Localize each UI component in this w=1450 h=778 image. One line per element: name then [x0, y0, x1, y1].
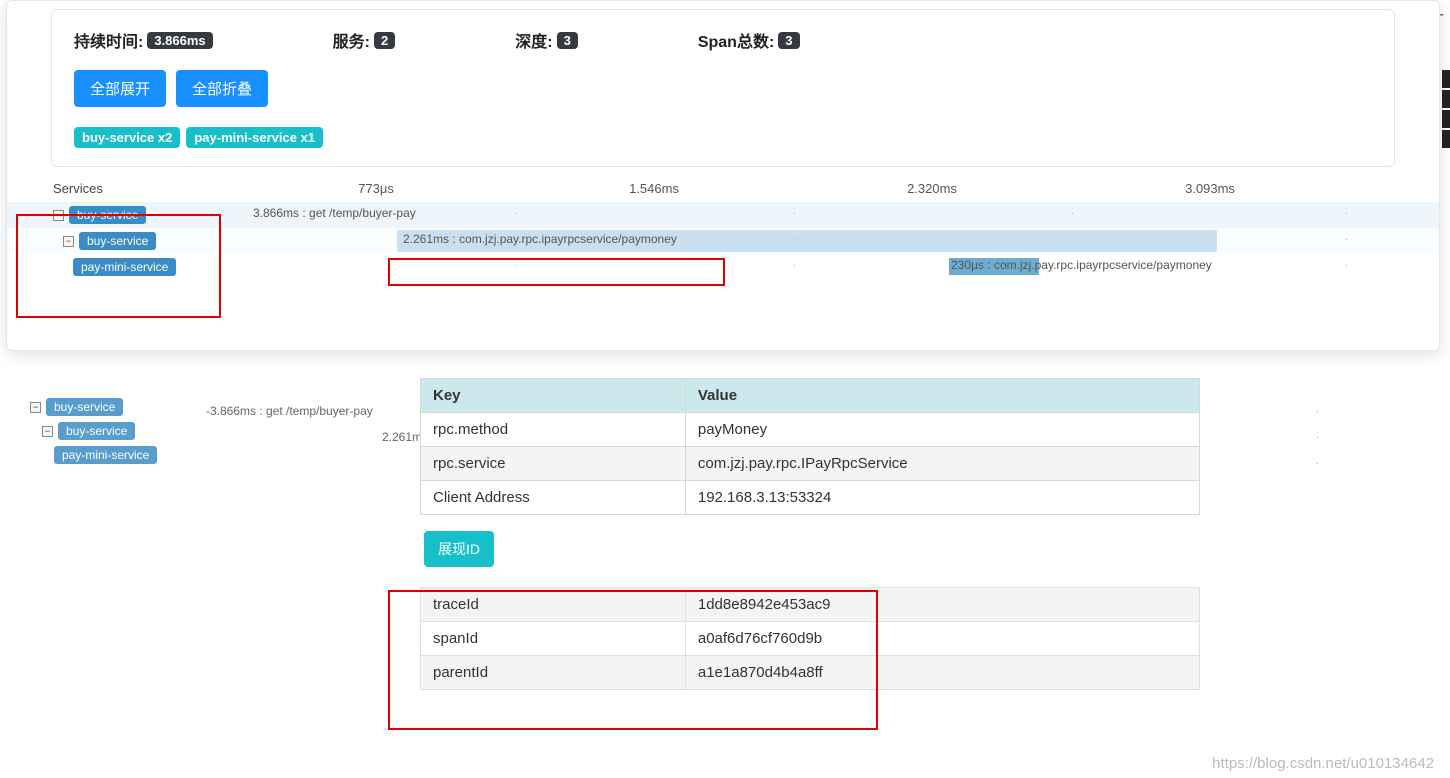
kv-key: rpc.service [421, 447, 686, 481]
id-value: a0af6d76cf760d9b [685, 622, 1199, 656]
span-tags-table: Key Value rpc.method payMoney rpc.servic… [420, 378, 1200, 515]
trace-summary-panel: 持续时间: 3.866ms 服务: 2 深度: 3 Span总数: 3 全部展开… [6, 0, 1440, 351]
span-detail-card: Key Value rpc.method payMoney rpc.servic… [420, 378, 1200, 690]
id-key: traceId [421, 588, 686, 622]
table-row: Client Address 192.168.3.13:53324 [421, 481, 1200, 515]
table-row: traceId 1dd8e8942e453ac9 [421, 588, 1200, 622]
trace-timeline: Services 773μs 1.546ms 2.320ms 3.093ms −… [7, 177, 1439, 350]
timeline-tick-2: 1.546ms [515, 177, 793, 202]
collapse-toggle-icon[interactable]: − [53, 210, 64, 221]
stat-services: 服务: 2 [333, 28, 396, 52]
stat-depth-value: 3 [557, 32, 578, 49]
table-row: parentId a1e1a870d4b4a8ff [421, 656, 1200, 690]
background-tree: − buy-service − buy-service pay-mini-ser… [30, 398, 157, 470]
trace-header-card: 持续时间: 3.866ms 服务: 2 深度: 3 Span总数: 3 全部展开… [51, 9, 1395, 167]
span-row-3[interactable]: pay-mini-service 230μs : com.jzj.pay.rpc… [7, 254, 1439, 280]
id-value: 1dd8e8942e453ac9 [685, 588, 1199, 622]
table-row: spanId a0af6d76cf760d9b [421, 622, 1200, 656]
stat-services-value: 2 [374, 32, 395, 49]
span-row-1[interactable]: − buy-service 3.866ms : get /temp/buyer-… [7, 202, 1439, 228]
span-row-2[interactable]: − buy-service 2.261ms : com.jzj.pay.rpc.… [7, 228, 1439, 254]
stat-duration: 持续时间: 3.866ms [74, 28, 213, 52]
span-label-3: 230μs : com.jzj.pay.rpc.ipayrpcservice/p… [951, 258, 1212, 272]
bg-service-node-pay[interactable]: pay-mini-service [54, 446, 157, 464]
kv-value: 192.168.3.13:53324 [685, 481, 1199, 515]
stat-duration-value: 3.866ms [147, 32, 212, 49]
kv-header-value: Value [685, 379, 1199, 413]
timeline-tick-4: 3.093ms [1071, 177, 1349, 202]
stat-duration-label: 持续时间: [74, 28, 143, 52]
service-chip-pay[interactable]: pay-mini-service x1 [186, 127, 323, 148]
stat-depth: 深度: 3 [515, 28, 578, 52]
stat-services-label: 服务: [333, 28, 370, 52]
collapse-toggle-icon[interactable]: − [63, 236, 74, 247]
bg-service-node-buy-1[interactable]: buy-service [46, 398, 123, 416]
span-ids-table: traceId 1dd8e8942e453ac9 spanId a0af6d76… [420, 587, 1200, 690]
collapse-all-button[interactable]: 全部折叠 [176, 70, 268, 107]
expand-all-button[interactable]: 全部展开 [74, 70, 166, 107]
kv-key: Client Address [421, 481, 686, 515]
timeline-col-services: Services [7, 177, 237, 202]
collapse-toggle-icon[interactable]: − [42, 426, 53, 437]
stat-span-total-value: 3 [778, 32, 799, 49]
bg-span-label-1: -3.866ms : get /temp/buyer-pay [206, 404, 373, 418]
window-edge-decoration [1442, 70, 1450, 200]
stats-row: 持续时间: 3.866ms 服务: 2 深度: 3 Span总数: 3 [74, 28, 1372, 52]
id-value: a1e1a870d4b4a8ff [685, 656, 1199, 690]
stat-span-total: Span总数: 3 [698, 28, 800, 52]
id-key: parentId [421, 656, 686, 690]
stat-span-total-label: Span总数: [698, 28, 774, 52]
timeline-tick-3: 2.320ms [793, 177, 1071, 202]
kv-key: rpc.method [421, 413, 686, 447]
watermark-text: https://blog.csdn.net/u010134642 [1212, 755, 1434, 772]
id-key: spanId [421, 622, 686, 656]
kv-value: payMoney [685, 413, 1199, 447]
service-node-buy-1[interactable]: buy-service [69, 206, 146, 224]
service-node-buy-2[interactable]: buy-service [79, 232, 156, 250]
timeline-tick-1: 773μs [237, 177, 515, 202]
collapse-toggle-icon[interactable]: − [30, 402, 41, 413]
span-label-1: 3.866ms : get /temp/buyer-pay [253, 206, 416, 220]
service-chip-buy[interactable]: buy-service x2 [74, 127, 180, 148]
kv-header-key: Key [421, 379, 686, 413]
span-label-2: 2.261ms : com.jzj.pay.rpc.ipayrpcservice… [403, 232, 677, 246]
bg-service-node-buy-2[interactable]: buy-service [58, 422, 135, 440]
stat-depth-label: 深度: [515, 28, 552, 52]
show-id-button[interactable]: 展现ID [424, 531, 494, 567]
service-node-pay[interactable]: pay-mini-service [73, 258, 176, 276]
table-row: rpc.service com.jzj.pay.rpc.IPayRpcServi… [421, 447, 1200, 481]
table-row: rpc.method payMoney [421, 413, 1200, 447]
kv-value: com.jzj.pay.rpc.IPayRpcService [685, 447, 1199, 481]
